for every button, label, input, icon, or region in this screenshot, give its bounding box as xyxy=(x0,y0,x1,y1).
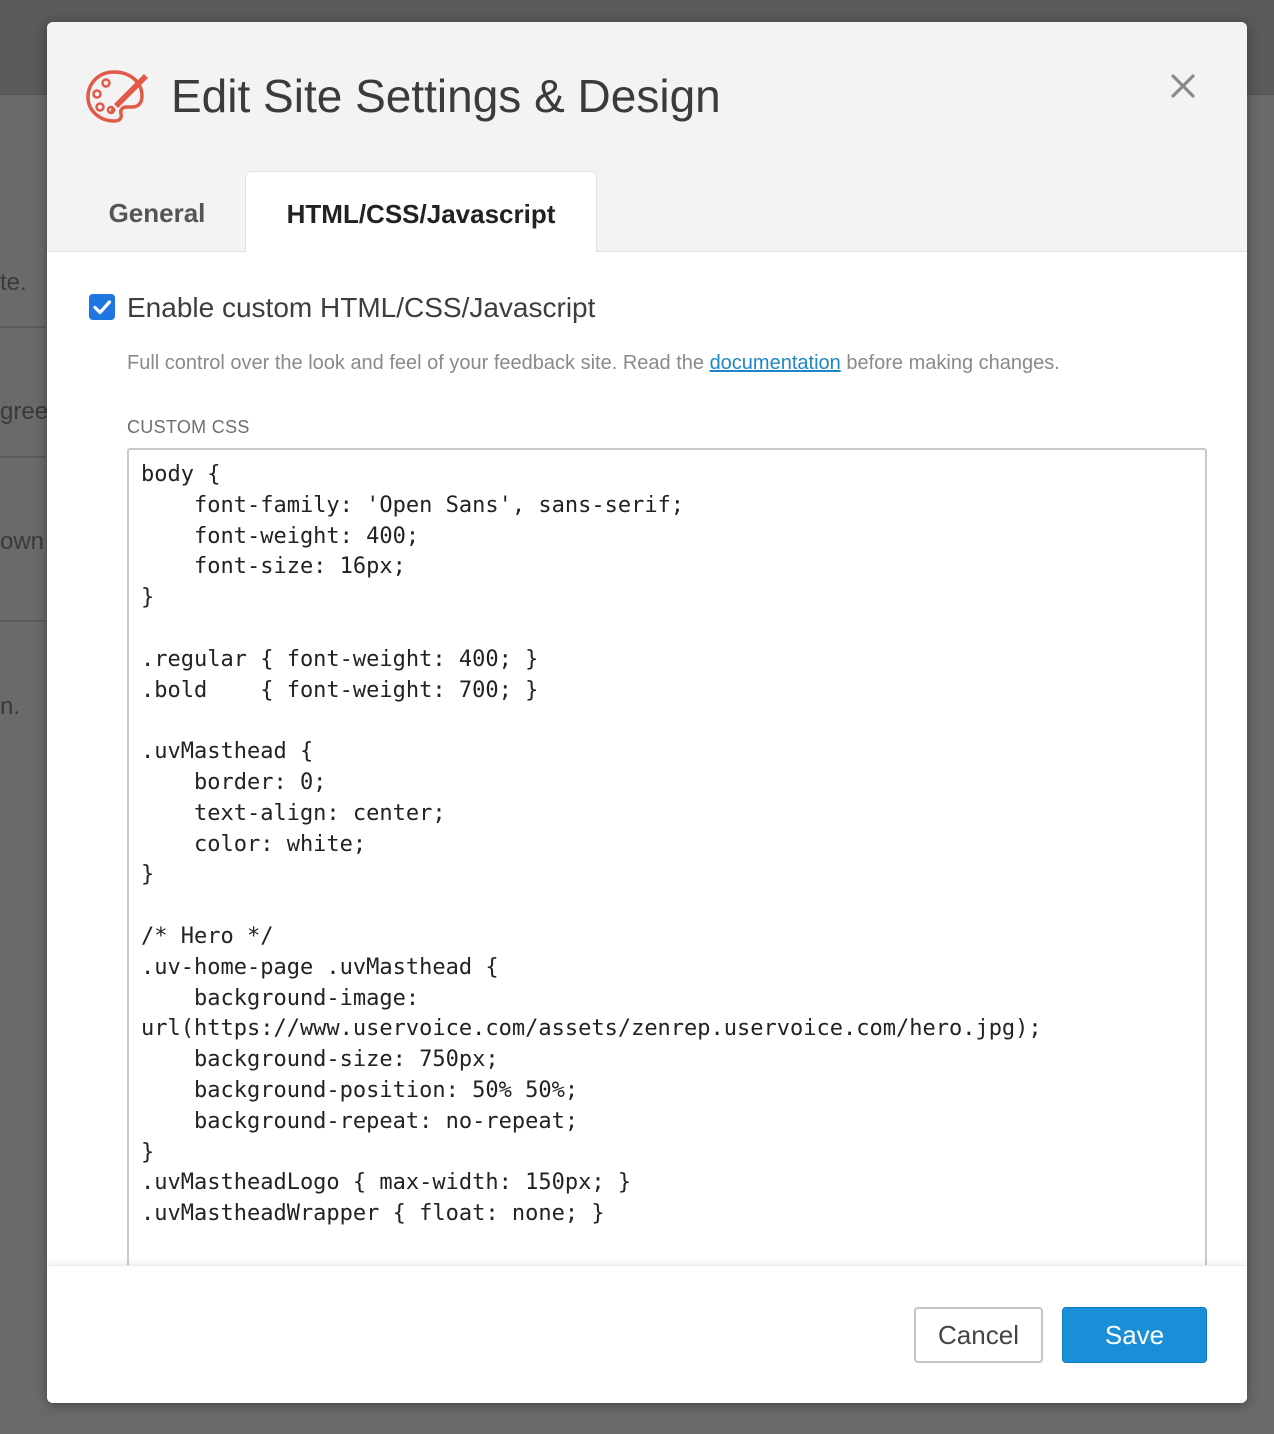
edit-site-settings-modal: Edit Site Settings & Design General HTML… xyxy=(47,22,1247,1403)
modal-body: Enable custom HTML/CSS/Javascript Full c… xyxy=(47,252,1247,1265)
modal-footer: Cancel Save xyxy=(47,1265,1247,1403)
palette-icon xyxy=(86,70,148,123)
save-button[interactable]: Save xyxy=(1062,1307,1207,1363)
custom-css-label: CUSTOM CSS xyxy=(127,417,250,437)
background-text: n. xyxy=(0,693,21,720)
modal-title: Edit Site Settings & Design xyxy=(171,70,721,122)
modal-header: Edit Site Settings & Design General HTML… xyxy=(47,22,1247,253)
background-divider xyxy=(0,620,46,622)
cancel-button[interactable]: Cancel xyxy=(914,1307,1043,1363)
helper-text-before: Full control over the look and feel of y… xyxy=(127,352,710,374)
tab-html-css-javascript[interactable]: HTML/CSS/Javascript xyxy=(245,171,597,253)
helper-text-after: before making changes. xyxy=(840,352,1060,374)
custom-css-editor[interactable]: body { font-family: 'Open Sans', sans-se… xyxy=(127,448,1207,1265)
tab-general[interactable]: General xyxy=(69,171,245,252)
custom-css-code[interactable]: body { font-family: 'Open Sans', sans-se… xyxy=(129,450,1205,1265)
close-icon[interactable] xyxy=(1165,68,1201,104)
enable-custom-code-label[interactable]: Enable custom HTML/CSS/Javascript xyxy=(127,290,595,326)
background-text: te. xyxy=(0,269,27,296)
background-divider xyxy=(0,456,46,458)
background-text: own xyxy=(0,528,45,555)
enable-custom-code-checkbox[interactable] xyxy=(89,294,115,320)
documentation-link[interactable]: documentation xyxy=(710,352,841,374)
background-divider xyxy=(0,326,46,328)
helper-text: Full control over the look and feel of y… xyxy=(127,350,1060,376)
background-text: gree xyxy=(0,398,49,425)
